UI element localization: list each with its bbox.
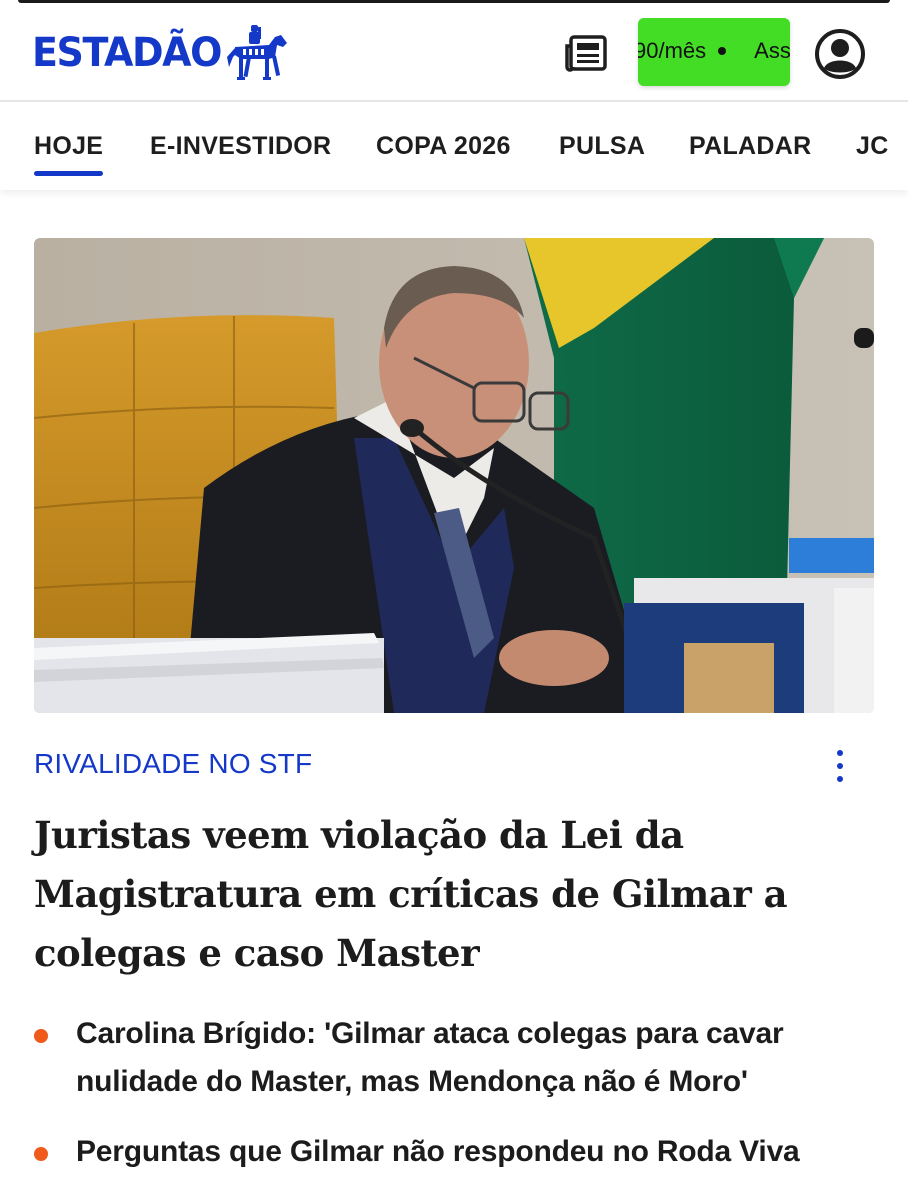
subscribe-price: 90/mês <box>638 38 707 63</box>
bullet-dot <box>34 1029 48 1043</box>
article-kicker[interactable]: RIVALIDADE NO STF <box>34 748 312 780</box>
tab-jc[interactable]: JC <box>856 132 889 161</box>
horse-rider-logo-icon <box>226 25 287 80</box>
related-link-text[interactable]: Carolina Brígido: 'Gilmar ataca colegas … <box>76 1010 876 1106</box>
tab-paladar[interactable]: PALADAR <box>689 132 811 161</box>
section-tabs: HOJE E-INVESTIDOR COPA 2026 PULSA PALADA… <box>0 102 908 190</box>
more-options-icon[interactable] <box>826 748 854 784</box>
user-avatar-icon[interactable] <box>814 28 866 80</box>
dot-middle <box>837 763 843 769</box>
separator-dot <box>718 47 727 55</box>
related-link-text[interactable]: Perguntas que Gilmar não respondeu no Ro… <box>76 1128 876 1176</box>
article-headline[interactable]: Juristas veem violação da Lei da Magistr… <box>34 806 884 983</box>
hero-illustration <box>34 238 874 713</box>
tab-pulsa[interactable]: PULSA <box>559 132 645 161</box>
dot-top <box>837 750 843 756</box>
logo-text: ESTADÃO <box>32 30 222 76</box>
subscribe-cta: Ass <box>754 38 790 63</box>
tab-hoje[interactable]: HOJE <box>34 132 104 176</box>
subscribe-button[interactable]: 90/mês Ass <box>638 18 790 86</box>
hero-photo[interactable] <box>34 238 874 713</box>
estadao-logo[interactable]: ESTADÃO <box>32 22 289 84</box>
site-header: ESTADÃO 90/mês Ass <box>0 4 908 102</box>
bullet-dot <box>34 1147 48 1161</box>
newspaper-icon[interactable] <box>564 34 608 74</box>
tab-copa-2026[interactable]: COPA 2026 <box>376 132 511 161</box>
dot-bottom <box>837 776 843 782</box>
tab-e-investidor[interactable]: E-INVESTIDOR <box>150 132 331 161</box>
